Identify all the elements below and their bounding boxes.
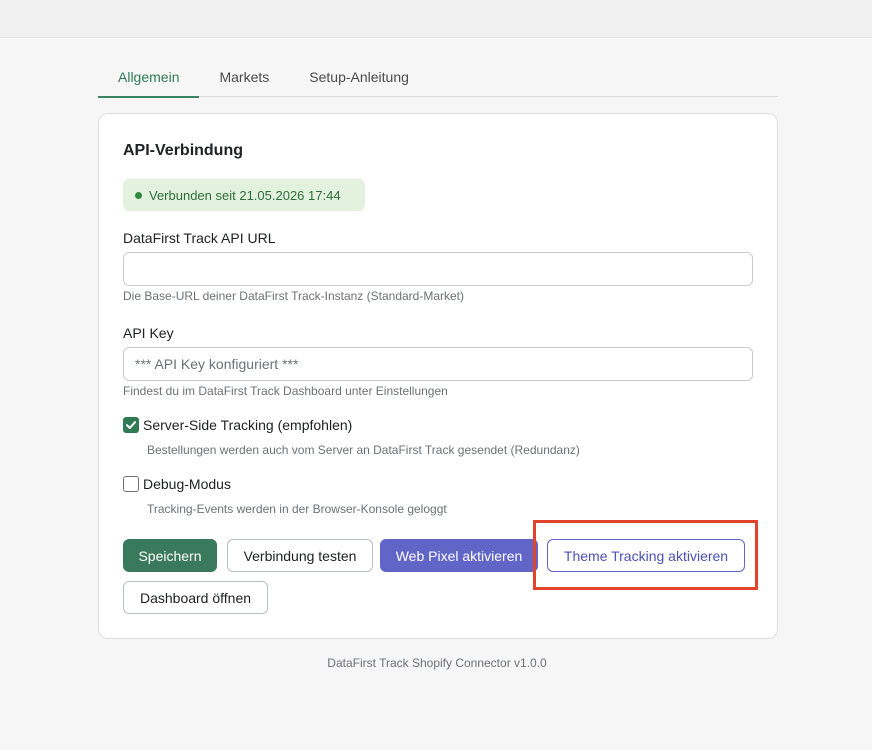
save-button[interactable]: Speichern [123,539,217,572]
api-key-help: Findest du im DataFirst Track Dashboard … [123,384,448,398]
test-connection-button[interactable]: Verbindung testen [227,539,373,572]
web-pixel-activate-button[interactable]: Web Pixel aktivieren [380,539,538,572]
checkmark-icon [126,421,136,429]
api-key-label: API Key [123,325,174,341]
api-url-label: DataFirst Track API URL [123,230,276,246]
footer-version: DataFirst Track Shopify Connector v1.0.0 [327,656,547,670]
connection-status-badge: Verbunden seit 21.05.2026 17:44 [123,179,365,211]
theme-tracking-activate-button[interactable]: Theme Tracking aktivieren [547,539,745,572]
api-connection-card: API-Verbindung Verbunden seit 21.05.2026… [98,113,778,639]
status-dot-icon [135,191,142,199]
server-side-tracking-label: Server-Side Tracking (empfohlen) [143,417,353,433]
api-key-input[interactable] [123,347,753,381]
server-side-tracking-help: Bestellungen werden auch vom Server an D… [147,443,580,457]
tab-markets[interactable]: Markets [199,58,289,97]
debug-mode-checkbox[interactable] [123,476,139,492]
open-dashboard-button[interactable]: Dashboard öffnen [123,581,268,614]
top-bar [0,0,872,38]
debug-mode-label: Debug-Modus [143,476,231,492]
server-side-tracking-row: Server-Side Tracking (empfohlen) [123,417,352,433]
debug-mode-help: Tracking-Events werden in der Browser-Ko… [147,502,447,516]
card-title: API-Verbindung [123,142,243,159]
tab-setup-anleitung[interactable]: Setup-Anleitung [289,58,429,97]
api-url-input[interactable] [123,252,753,286]
tab-allgemein[interactable]: Allgemein [98,58,200,98]
debug-mode-row: Debug-Modus [123,476,231,492]
api-url-help: Die Base-URL deiner DataFirst Track-Inst… [123,289,465,303]
status-text: Verbunden seit 21.05.2026 17:44 [149,187,341,203]
tab-bar: Allgemein Markets Setup-Anleitung [98,58,778,98]
server-side-tracking-checkbox[interactable] [123,417,139,433]
